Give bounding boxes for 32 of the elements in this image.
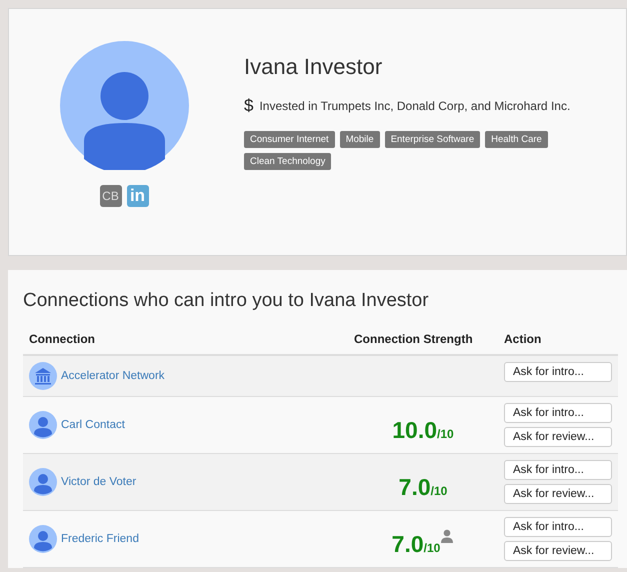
- ask-button[interactable]: Ask for review...: [504, 427, 612, 447]
- person-icon: [29, 525, 57, 553]
- ask-button[interactable]: Ask for intro...: [504, 517, 612, 537]
- strength-score: 7.0: [398, 474, 431, 500]
- industry-tag: Clean Technology: [244, 153, 332, 170]
- ask-button[interactable]: Ask for review...: [504, 541, 612, 561]
- section-title: Connections who can intro you to Ivana Investor: [23, 290, 430, 312]
- strength-scale: /10: [424, 540, 440, 554]
- strength-scale: /10: [437, 426, 454, 440]
- connection-link[interactable]: Frederic Friend: [61, 533, 139, 545]
- person-icon: [29, 411, 57, 439]
- building-icon: [29, 362, 57, 390]
- industry-tag: Health Care: [485, 131, 548, 148]
- ask-button[interactable]: Ask for intro...: [504, 460, 612, 480]
- strength-score: 10.0: [392, 416, 438, 444]
- person-icon: [29, 468, 57, 496]
- avatar-icon: [60, 41, 188, 170]
- connection-link[interactable]: Carl Contact: [61, 419, 125, 431]
- strength-scale: /10: [430, 484, 448, 498]
- industry-tag: Enterprise Software: [384, 131, 480, 148]
- ask-button[interactable]: Ask for intro...: [504, 362, 612, 382]
- dollar-icon: $: [244, 96, 254, 116]
- investments-text: Invested in Trumpets Inc, Donald Corp, and Microhard Inc.: [259, 99, 570, 113]
- connection-link[interactable]: Accelerator Network: [61, 370, 165, 382]
- connection-link[interactable]: Victor de Voter: [61, 476, 136, 488]
- industry-tag: Consumer Internet: [244, 131, 335, 148]
- strength-score: 7.0: [392, 530, 424, 558]
- person-icon: [440, 528, 454, 542]
- ask-button[interactable]: Ask for review...: [504, 484, 612, 504]
- profile-name: Ivana Investor: [244, 54, 384, 80]
- industry-tag: Mobile: [340, 131, 380, 148]
- ask-button[interactable]: Ask for intro...: [504, 403, 612, 423]
